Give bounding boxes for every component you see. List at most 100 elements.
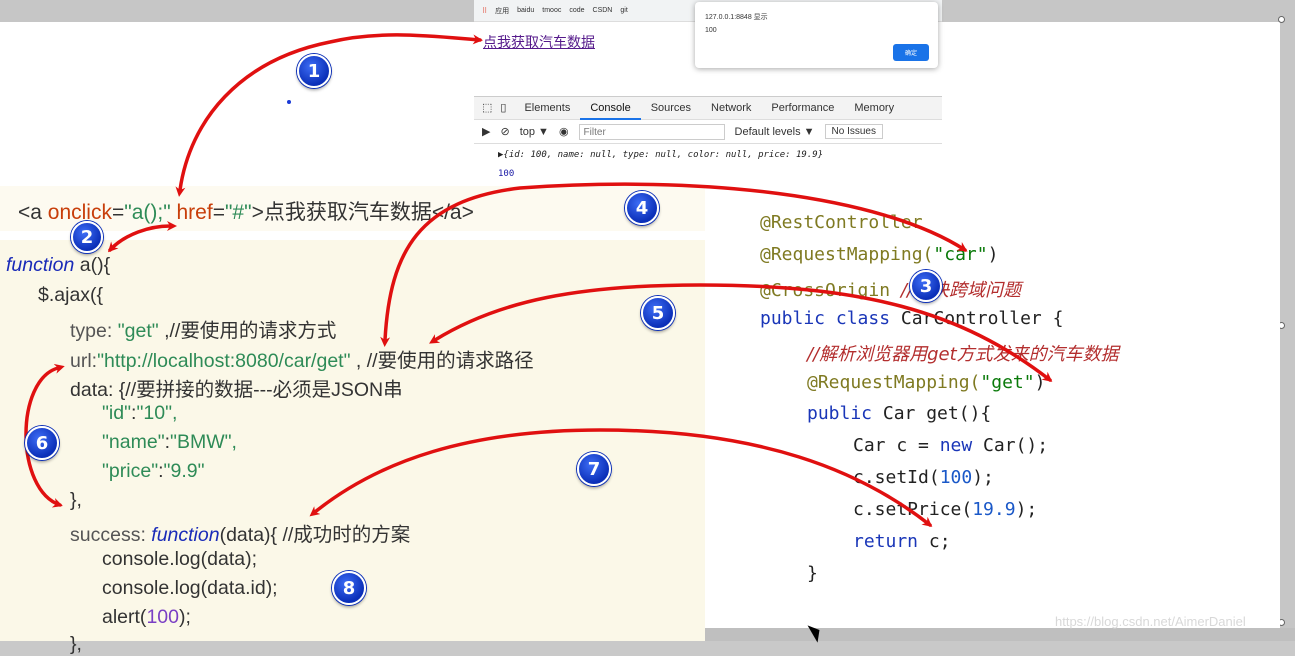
browser-window: ⠿ 应用 baidu tmooc code CSDN git 点我获取汽车数据 … <box>474 0 942 184</box>
alert-message: 100 <box>705 27 717 34</box>
java-text: c; <box>918 531 951 552</box>
js-string: "10", <box>136 402 178 424</box>
js-text: ); <box>178 606 191 628</box>
java-text: ) <box>987 244 999 265</box>
js-line: success: function(data){ //成功时的方案 <box>70 518 410 547</box>
js-key: success: <box>70 524 152 546</box>
step-badge-6: 6 <box>25 426 59 460</box>
java-line: } <box>807 563 818 584</box>
tab-sources[interactable]: Sources <box>641 96 701 120</box>
java-text: c.setPrice( <box>853 499 973 520</box>
sidebar-toggle-icon[interactable]: ▶ <box>482 125 490 138</box>
js-string: "http://localhost:8080/car/get" <box>97 350 351 372</box>
get-car-data-link[interactable]: 点我获取汽车数据 <box>483 32 595 52</box>
bookmark-baidu[interactable]: baidu <box>517 7 534 14</box>
js-line: alert(100); <box>102 606 191 629</box>
js-line: url:"http://localhost:8080/car/get" , //… <box>70 344 534 373</box>
js-line: function a(){ <box>6 254 110 277</box>
step-badge-7: 7 <box>577 452 611 486</box>
tab-performance[interactable]: Performance <box>761 96 844 120</box>
console-log-object[interactable]: ▶{id: 100, name: null, type: null, color… <box>498 150 823 160</box>
tab-elements[interactable]: Elements <box>514 96 580 120</box>
js-keyword: function <box>151 524 220 546</box>
filter-input[interactable]: Filter <box>578 123 725 140</box>
console-log-value: 100 <box>498 169 515 179</box>
js-line: console.log(data.id); <box>102 577 278 599</box>
step-badge-2: 2 <box>71 221 103 253</box>
java-text: c.setId( <box>853 467 940 488</box>
java-text: ); <box>972 467 994 488</box>
java-text: ) <box>1034 372 1046 393</box>
bookmark-apps[interactable]: 应用 <box>495 6 509 16</box>
js-text: a(){ <box>74 254 111 276</box>
html-attr-value: "#" <box>224 201 252 224</box>
device-toggle-icon[interactable]: ▯ <box>496 96 514 120</box>
bookmark-code[interactable]: code <box>569 7 584 14</box>
java-text: ); <box>1015 499 1038 520</box>
step-badge-4: 4 <box>625 191 659 225</box>
html-attr-value: "a();" <box>124 201 171 224</box>
inspect-icon[interactable]: ⬚ <box>474 96 496 120</box>
js-string: "BMW", <box>170 431 237 453</box>
html-tag-open: <a <box>18 201 48 224</box>
context-select[interactable]: top ▼ <box>520 126 549 138</box>
html-attr-onclick: onclick <box>47 201 112 224</box>
bookmark-git[interactable]: git <box>620 7 627 14</box>
java-line: c.setPrice(19.9); <box>853 499 1037 520</box>
java-line: @RequestMapping("get") <box>807 372 1045 393</box>
html-anchor-text: >点我获取汽车数据</a> <box>251 201 474 224</box>
js-number: 100 <box>146 606 179 628</box>
alert-title: 127.0.0.1:8848 显示 <box>705 14 768 21</box>
js-string: "name" <box>102 431 165 453</box>
bookmark-csdn[interactable]: CSDN <box>593 7 613 14</box>
tab-console[interactable]: Console <box>580 96 641 120</box>
js-string: "9.9" <box>163 460 205 482</box>
java-keyword: new <box>939 435 973 456</box>
js-line: }, <box>70 489 82 511</box>
js-text: alert( <box>102 606 147 628</box>
js-key: type: <box>70 320 118 342</box>
console-toolbar: ▶ ⊘ top ▼ ◉ Filter Default levels ▼ No I… <box>474 120 942 144</box>
java-line: //解析浏览器用get方式发来的汽车数据 <box>807 340 1119 366</box>
clear-console-icon[interactable]: ⊘ <box>500 125 509 138</box>
bookmark-tmooc[interactable]: tmooc <box>542 7 561 14</box>
js-keyword: function <box>6 254 75 276</box>
java-line: Car c = new Car(); <box>853 435 1048 456</box>
eye-icon[interactable]: ◉ <box>559 125 569 138</box>
java-string: "car" <box>933 244 988 265</box>
js-line: $.ajax({ <box>38 284 104 306</box>
watermark: https://blog.csdn.net/AimerDaniel <box>1055 614 1246 629</box>
java-line: @RestController <box>760 212 923 233</box>
java-number: 100 <box>939 467 973 488</box>
step-badge-3: 3 <box>910 270 942 302</box>
levels-select[interactable]: Default levels ▼ <box>735 126 815 138</box>
java-line: return c; <box>853 531 951 552</box>
js-string: "id" <box>102 402 132 424</box>
js-line: "name":"BMW", <box>102 431 237 453</box>
java-keyword: return <box>853 531 919 552</box>
right-margin <box>1280 0 1295 641</box>
java-line: @RequestMapping("car") <box>760 244 998 265</box>
java-text: Car(); <box>972 435 1049 456</box>
js-comment: , //要使用的请求路径 <box>350 350 534 372</box>
issues-button[interactable]: No Issues <box>824 124 883 139</box>
tab-network[interactable]: Network <box>701 96 761 120</box>
tab-memory[interactable]: Memory <box>844 96 904 120</box>
java-annotation: @CrossOrigin <box>760 280 901 301</box>
java-text: Car get(){ <box>872 403 992 424</box>
js-comment: ,//要使用的请求方式 <box>158 320 337 342</box>
java-code-panel <box>710 205 1280 630</box>
java-line: c.setId(100); <box>853 467 994 488</box>
js-string: "get" <box>117 320 159 342</box>
js-text: (data){ //成功时的方案 <box>219 524 411 546</box>
alert-dialog: 127.0.0.1:8848 显示 100 确定 <box>695 2 938 68</box>
js-line: type: "get" ,//要使用的请求方式 <box>70 314 336 343</box>
java-annotation: @RequestMapping( <box>807 372 981 393</box>
bottom-bar <box>705 628 1295 641</box>
resize-handle-top-right[interactable] <box>1278 16 1285 23</box>
alert-ok-button[interactable]: 确定 <box>893 44 929 61</box>
js-line: data: {//要拼接的数据---必须是JSON串 <box>70 379 403 401</box>
step-badge-8: 8 <box>332 571 366 605</box>
apps-icon[interactable]: ⠿ <box>482 7 487 15</box>
java-string: "get" <box>980 372 1035 393</box>
